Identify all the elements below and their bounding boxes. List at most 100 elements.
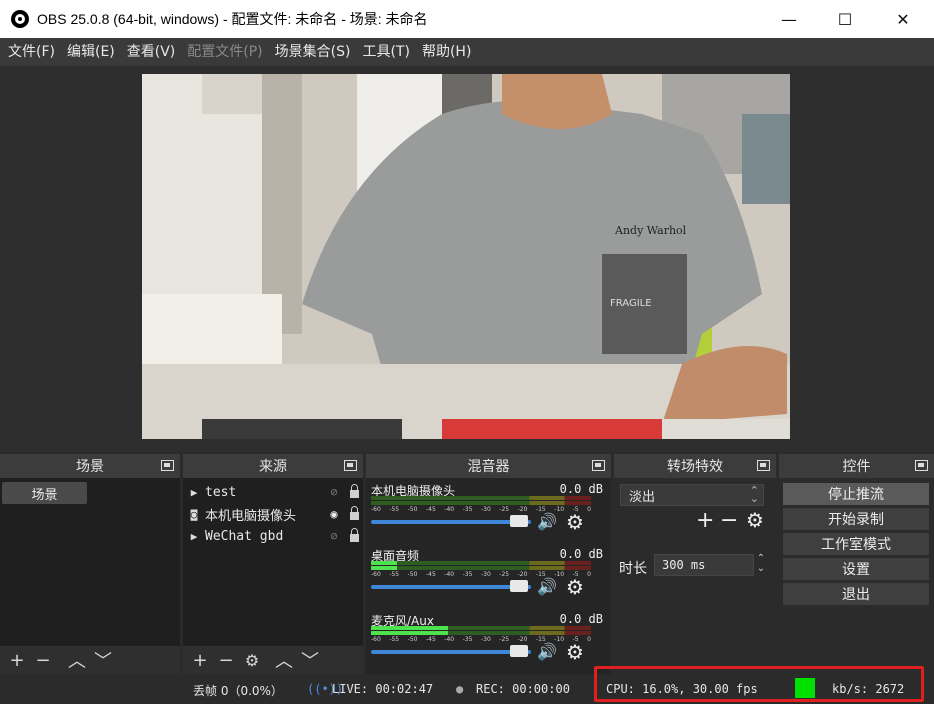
- eye-icon[interactable]: ◉: [323, 507, 345, 521]
- float-dock-icon[interactable]: [757, 460, 770, 471]
- start-recording-button[interactable]: 开始录制: [783, 508, 929, 530]
- exit-button[interactable]: 退出: [783, 583, 929, 605]
- meter-scale-tick: -50: [407, 636, 418, 643]
- speaker-icon[interactable]: 🔊: [537, 512, 557, 531]
- remove-transition-icon[interactable]: −: [720, 508, 738, 533]
- settings-button[interactable]: 设置: [783, 558, 929, 580]
- move-down-icon[interactable]: ﹀: [297, 649, 323, 672]
- volume-fader-handle[interactable]: [510, 580, 528, 592]
- mixer-header: 混音器: [366, 454, 611, 478]
- meter-scale-tick: 0: [587, 571, 591, 578]
- source-name: 本机电脑摄像头: [205, 508, 297, 524]
- menu-tools[interactable]: 工具(T): [356, 38, 415, 66]
- stop-streaming-button[interactable]: 停止推流: [783, 483, 929, 505]
- volume-meter: [371, 561, 591, 565]
- remove-source-icon[interactable]: −: [213, 649, 239, 671]
- meter-scale-tick: -25: [499, 636, 510, 643]
- scenes-header: 场景: [0, 454, 180, 478]
- mixer-channel-db: 0.0 dB: [559, 547, 603, 561]
- source-row[interactable]: ▶ WeChat gbd ⊘: [183, 525, 363, 547]
- source-name: WeChat gbd: [205, 528, 284, 544]
- menu-view[interactable]: 查看(V): [121, 38, 182, 66]
- transition-gear-icon[interactable]: ⚙: [746, 508, 764, 532]
- menu-profile: 配置文件(P): [187, 44, 263, 60]
- meter-scale-tick: -40: [444, 571, 455, 578]
- source-row[interactable]: ◙ 本机电脑摄像头 ◉: [183, 503, 363, 525]
- source-properties-gear-icon[interactable]: ⚙: [239, 649, 265, 671]
- move-up-icon[interactable]: ︿: [64, 649, 90, 672]
- meter-scale-tick: -20: [517, 636, 528, 643]
- duration-label: 时长: [619, 561, 647, 577]
- meter-scale: -60 -55 -50 -45 -40 -35 -30 -25 -20 -15 -10 -5 0: [371, 636, 591, 643]
- maximize-button[interactable]: ☐: [816, 0, 874, 38]
- meter-scale-tick: -60: [371, 636, 381, 643]
- float-dock-icon[interactable]: [161, 460, 174, 471]
- volume-fader[interactable]: [371, 585, 531, 589]
- add-transition-icon[interactable]: +: [696, 508, 714, 533]
- menu-help[interactable]: 帮助(H): [416, 38, 477, 66]
- source-row[interactable]: ▶ test ⊘: [183, 481, 363, 503]
- eye-hidden-icon[interactable]: ⊘: [323, 529, 345, 543]
- remove-scene-icon[interactable]: −: [30, 649, 56, 671]
- duration-input[interactable]: 300 ms: [654, 554, 754, 576]
- scene-item[interactable]: 场景: [2, 482, 87, 504]
- scenes-toolbar: + − ︿ ﹀: [0, 646, 180, 674]
- gear-icon[interactable]: ⚙: [566, 640, 584, 664]
- close-button[interactable]: ✕: [874, 0, 932, 38]
- transitions-body: 淡出 ⌃ ⌄ + − ⚙ 时长 300 ms ⌃ ⌄: [614, 478, 776, 674]
- rec-time: REC: 00:00:00: [476, 682, 570, 696]
- sources-title: 来源: [259, 459, 287, 475]
- move-down-icon[interactable]: ﹀: [90, 649, 116, 672]
- preview-area: Andy Warhol FRAGILE: [0, 66, 934, 452]
- window-title: OBS 25.0.8 (64-bit, windows) - 配置文件: 未命名…: [37, 11, 428, 27]
- mixer-channel: 麦克风/Aux 0.0 dB -60 -55 -50 -45 -40 -35 -30 -25 -20…: [366, 612, 611, 674]
- webcam-frame-image: Andy Warhol FRAGILE: [142, 74, 790, 439]
- mixer-channel: 本机电脑摄像头 0.0 dB -60 -55 -50 -45 -40 -35 -30 -25 -20…: [366, 482, 611, 544]
- menu-bar: 文件(F) 编辑(E) 查看(V) 配置文件(P) 场景集合(S) 工具(T) …: [0, 38, 934, 66]
- speaker-icon[interactable]: 🔊: [537, 577, 557, 596]
- rec-dot-icon: ●: [456, 682, 464, 696]
- transition-select[interactable]: 淡出 ⌃ ⌄: [620, 484, 764, 506]
- lock-icon[interactable]: [345, 506, 363, 520]
- speaker-icon[interactable]: 🔊: [537, 642, 557, 661]
- duration-spinner-icon[interactable]: ⌃ ⌄: [754, 554, 768, 576]
- volume-meter-fill: [371, 566, 398, 570]
- eye-hidden-icon[interactable]: ⊘: [323, 485, 345, 499]
- studio-mode-button[interactable]: 工作室模式: [783, 533, 929, 555]
- volume-fader[interactable]: [371, 650, 531, 654]
- float-dock-icon[interactable]: [592, 460, 605, 471]
- obs-logo-icon: [11, 10, 29, 28]
- menu-edit[interactable]: 编辑(E): [61, 38, 121, 66]
- live-time: LIVE: 00:02:47: [332, 682, 434, 696]
- menu-scene-collection[interactable]: 场景集合(S): [269, 38, 357, 66]
- dropped-frames: 丢帧 0（0.0%）: [193, 684, 283, 698]
- play-icon: ▶: [190, 529, 198, 543]
- add-scene-icon[interactable]: +: [4, 649, 30, 671]
- volume-meter: [371, 631, 591, 635]
- meter-scale-tick: -20: [517, 506, 528, 513]
- source-name: test: [205, 484, 237, 500]
- mixer-dock: 混音器 本机电脑摄像头 0.0 dB -60 -55 -50 -45 -40 -35 -30 -2…: [366, 454, 611, 674]
- volume-meter: [371, 626, 591, 630]
- webcam-preview[interactable]: Andy Warhol FRAGILE: [142, 74, 790, 439]
- meter-scale-tick: 0: [587, 636, 591, 643]
- meter-scale-tick: -20: [517, 571, 528, 578]
- lock-icon[interactable]: [345, 528, 363, 542]
- volume-fader-handle[interactable]: [510, 515, 528, 527]
- float-dock-icon[interactable]: [915, 460, 928, 471]
- gear-icon[interactable]: ⚙: [566, 575, 584, 599]
- duration-value: 300 ms: [662, 558, 706, 572]
- float-dock-icon[interactable]: [344, 460, 357, 471]
- lock-icon[interactable]: [345, 484, 363, 498]
- scenes-dock: 场景 场景 + − ︿ ﹀: [0, 454, 180, 674]
- menu-file[interactable]: 文件(F): [2, 38, 61, 66]
- volume-fader[interactable]: [371, 520, 531, 524]
- volume-fader-handle[interactable]: [510, 645, 528, 657]
- minimize-button[interactable]: —: [760, 0, 818, 38]
- sources-toolbar: + − ⚙ ︿ ﹀: [183, 646, 363, 674]
- meter-scale-tick: -55: [389, 506, 400, 513]
- scenes-list: 场景: [0, 478, 180, 646]
- gear-icon[interactable]: ⚙: [566, 510, 584, 534]
- move-up-icon[interactable]: ︿: [271, 649, 297, 672]
- add-source-icon[interactable]: +: [187, 649, 213, 671]
